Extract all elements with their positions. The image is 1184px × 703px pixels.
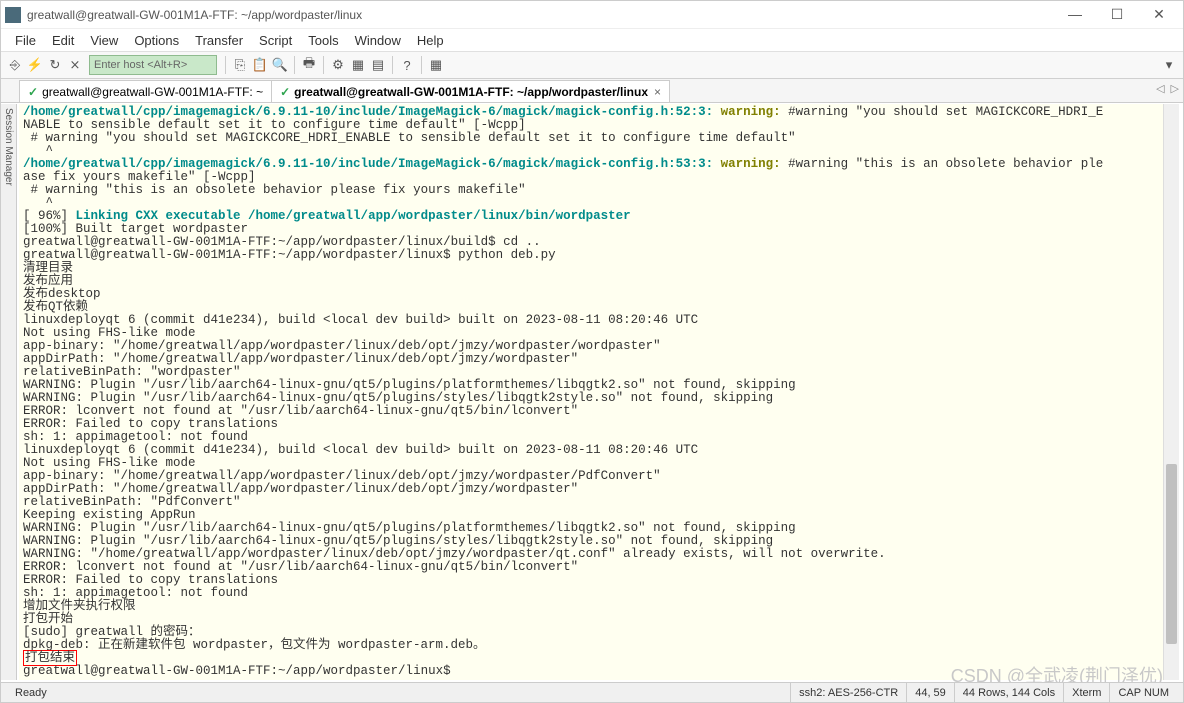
menu-transfer[interactable]: Transfer bbox=[195, 33, 243, 48]
scrollbar-vertical[interactable] bbox=[1163, 104, 1179, 680]
terminal-output[interactable]: /home/greatwall/cpp/imagemagick/6.9.11-1… bbox=[19, 104, 1179, 680]
close-button[interactable]: ✕ bbox=[1147, 6, 1171, 23]
maximize-button[interactable]: ☐ bbox=[1105, 6, 1129, 23]
menu-script[interactable]: Script bbox=[259, 33, 292, 48]
menu-view[interactable]: View bbox=[90, 33, 118, 48]
paste-icon[interactable]: 📋 bbox=[250, 55, 270, 75]
status-ssh: ssh2: AES-256-CTR bbox=[790, 683, 906, 702]
toolbar: ⎆ ⚡ ↻ ⨯ Enter host <Alt+R> ⎘ 📋 🔍 🖶 ⚙ ▦ ▤… bbox=[1, 51, 1183, 79]
scrollbar-thumb[interactable] bbox=[1166, 464, 1177, 644]
session-tab-1[interactable]: ✓ greatwall@greatwall-GW-001M1A-FTF: ~ bbox=[19, 80, 272, 102]
menu-window[interactable]: Window bbox=[355, 33, 401, 48]
quick-connect-icon[interactable]: ⚡ bbox=[25, 55, 45, 75]
tab-next-icon[interactable]: ▷ bbox=[1171, 82, 1179, 95]
menu-tools[interactable]: Tools bbox=[308, 33, 338, 48]
check-icon: ✓ bbox=[28, 85, 38, 99]
menubar: File Edit View Options Transfer Script T… bbox=[1, 29, 1183, 51]
find-icon[interactable]: 🔍 bbox=[270, 55, 290, 75]
session-icon[interactable]: ▦ bbox=[348, 55, 368, 75]
status-size: 44 Rows, 144 Cols bbox=[954, 683, 1063, 702]
dropdown-icon[interactable]: ▾ bbox=[1159, 55, 1179, 75]
menu-file[interactable]: File bbox=[15, 33, 36, 48]
minimize-button[interactable]: — bbox=[1063, 6, 1087, 23]
session-tab-2[interactable]: ✓ greatwall@greatwall-GW-001M1A-FTF: ~/a… bbox=[271, 80, 670, 102]
disconnect-icon[interactable]: ⨯ bbox=[65, 55, 85, 75]
tab-prev-icon[interactable]: ◁ bbox=[1156, 82, 1164, 95]
copy-icon[interactable]: ⎘ bbox=[230, 55, 250, 75]
menu-options[interactable]: Options bbox=[134, 33, 179, 48]
host-input[interactable]: Enter host <Alt+R> bbox=[89, 55, 217, 75]
settings-icon[interactable]: ⚙ bbox=[328, 55, 348, 75]
tabbar: ✓ greatwall@greatwall-GW-001M1A-FTF: ~ ✓… bbox=[1, 79, 1183, 103]
statusbar: Ready ssh2: AES-256-CTR 44, 59 44 Rows, … bbox=[1, 682, 1183, 702]
menu-help[interactable]: Help bbox=[417, 33, 444, 48]
status-term: Xterm bbox=[1063, 683, 1109, 702]
close-tab-icon[interactable]: × bbox=[654, 85, 661, 99]
connect-icon[interactable]: ⎆ bbox=[5, 55, 25, 75]
status-ready: Ready bbox=[7, 683, 790, 702]
titlebar: greatwall@greatwall-GW-001M1A-FTF: ~/app… bbox=[1, 1, 1183, 29]
reconnect-icon[interactable]: ↻ bbox=[45, 55, 65, 75]
window-title: greatwall@greatwall-GW-001M1A-FTF: ~/app… bbox=[27, 8, 1063, 22]
extra-icon[interactable]: ▦ bbox=[426, 55, 446, 75]
session-manager-tab[interactable]: Session Manager bbox=[1, 104, 17, 680]
menu-edit[interactable]: Edit bbox=[52, 33, 74, 48]
print-icon[interactable]: 🖶 bbox=[299, 55, 319, 75]
tile-icon[interactable]: ▤ bbox=[368, 55, 388, 75]
status-caps: CAP NUM bbox=[1109, 683, 1177, 702]
app-icon bbox=[5, 7, 21, 23]
status-cursor-pos: 44, 59 bbox=[906, 683, 954, 702]
help-icon[interactable]: ? bbox=[397, 55, 417, 75]
check-icon: ✓ bbox=[280, 85, 290, 99]
